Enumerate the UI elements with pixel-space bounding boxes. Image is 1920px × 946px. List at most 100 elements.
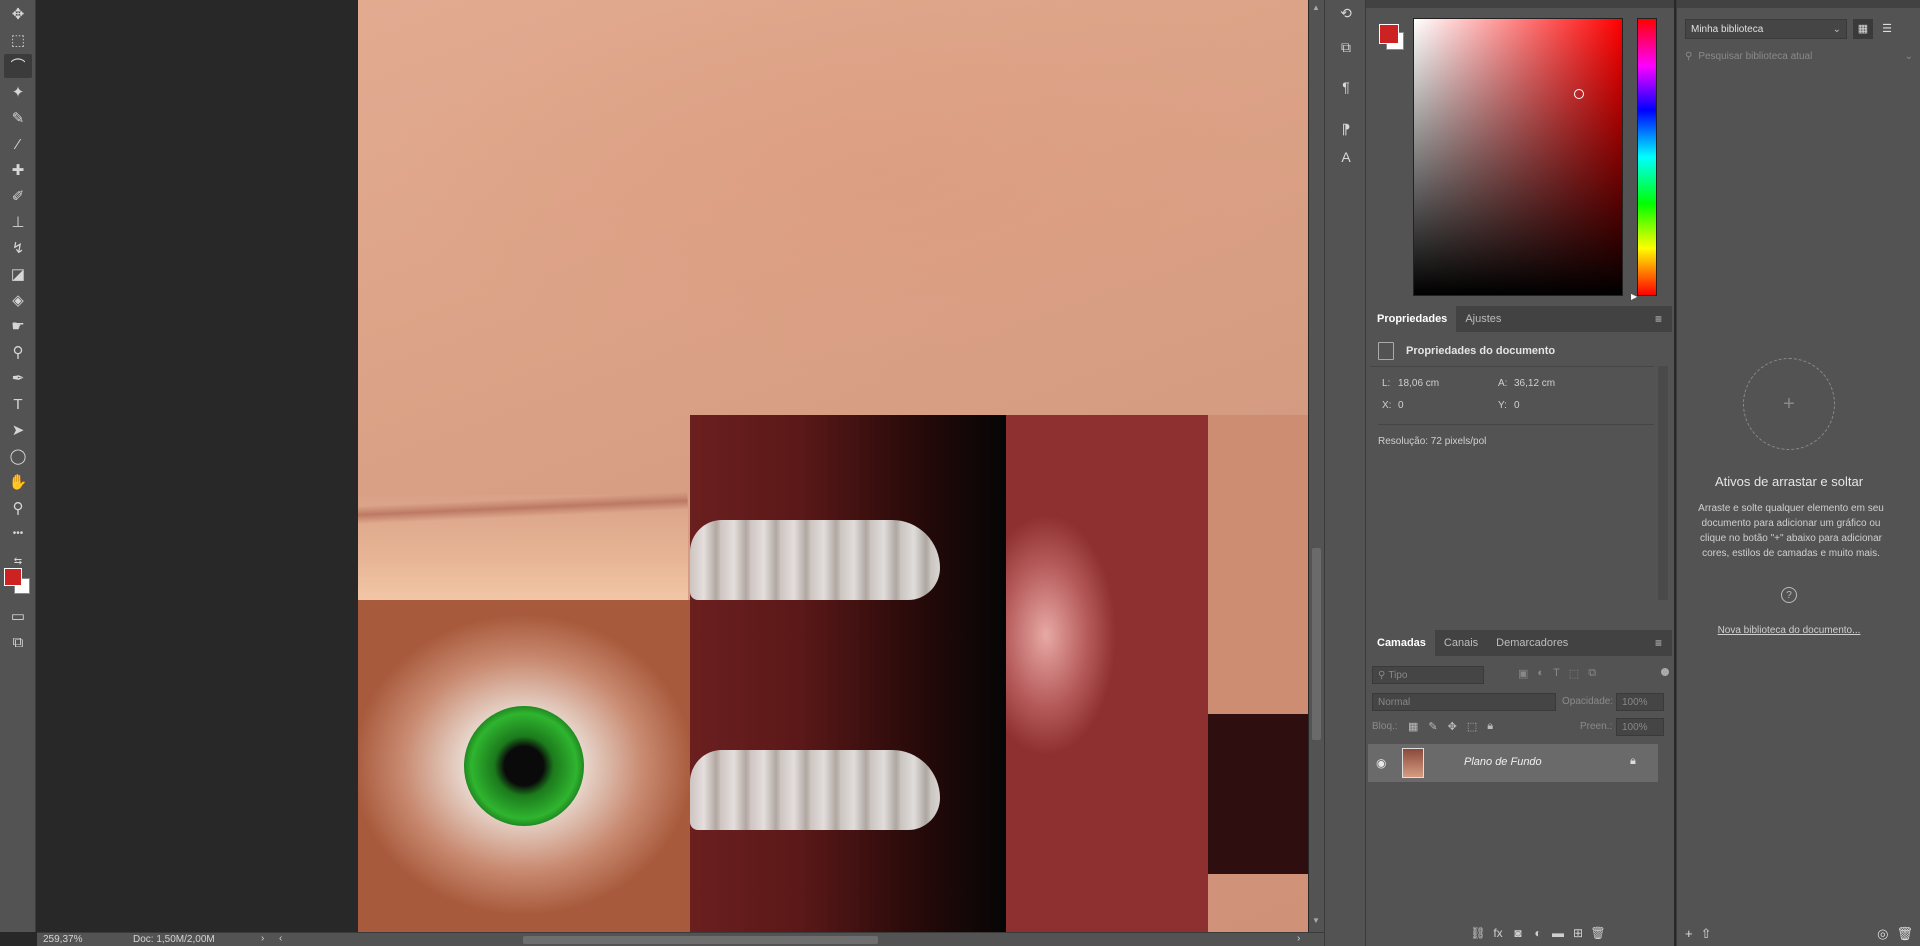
screen-mode-icon[interactable]: ⧉ [4,630,32,654]
properties-menu-icon[interactable]: ≡ [1655,313,1669,325]
layer-filter-icons: ▣ ◐ T ⬚ ⧉ [1518,667,1596,680]
paragraph-styles-icon[interactable]: ⁋ [1332,116,1360,142]
status-menu-arrow-icon[interactable]: › [261,933,264,944]
library-upload-icon[interactable]: ⇧ [1701,926,1712,944]
layer-name[interactable]: Plano de Fundo [1464,756,1542,768]
color-picker-cursor[interactable] [1574,89,1584,99]
crop-tool-icon[interactable]: ✎ [4,106,32,130]
lock-artboard-icon[interactable]: ⬚ [1467,720,1477,733]
help-icon[interactable]: ? [1781,587,1797,603]
lock-transparent-icon[interactable]: ▦ [1408,720,1418,733]
filter-smart-object-icon[interactable]: ⧉ [1588,667,1596,680]
fill-field[interactable]: 100% [1616,718,1664,736]
tab-paths[interactable]: Demarcadores [1487,630,1577,656]
creative-cloud-icon[interactable]: ◎ [1877,926,1888,944]
horizontal-scroll-thumb[interactable] [523,936,878,944]
add-asset-icon[interactable]: + [1743,358,1835,450]
eyedropper-tool-icon[interactable]: ⁄ [4,132,32,156]
tab-layers[interactable]: Camadas [1368,630,1435,656]
panel-icon-column: ⟲ ⧉ ¶ ⁋ A [1324,0,1366,946]
tab-properties[interactable]: Propriedades [1368,306,1457,332]
more-tools-icon[interactable]: ••• [4,522,32,546]
new-library-link[interactable]: Nova biblioteca do documento... [1677,625,1901,636]
vertical-scroll-thumb[interactable] [1312,548,1321,740]
new-group-icon[interactable]: ▬ [1548,926,1568,940]
lock-all-icon[interactable]: 🔒︎ [1487,720,1493,733]
swap-colors-icon[interactable]: ⇆ [4,550,32,574]
marquee-tool-icon[interactable]: ⬚ [4,28,32,52]
canvas-vertical-scrollbar[interactable]: ▲ ▼ [1309,0,1324,932]
zoom-tool-icon[interactable]: ⚲ [4,496,32,520]
paragraph-icon[interactable]: ¶ [1332,74,1360,100]
saturation-brightness-field[interactable] [1413,18,1623,296]
opacity-value: 100% [1622,696,1648,708]
color-panel-tab-strip [1366,0,1674,8]
smudge-tool-icon[interactable]: ☛ [4,314,32,338]
ellipse-tool-icon[interactable]: ◯ [4,444,32,468]
filter-shape-icon[interactable]: ⬚ [1569,667,1579,680]
healing-brush-tool-icon[interactable]: ✚ [4,158,32,182]
library-empty-title: Ativos de arrastar e soltar [1714,474,1864,489]
clone-stamp-tool-icon[interactable]: ⊥ [4,210,32,234]
hue-slider[interactable] [1637,18,1657,296]
filter-toggle-icon[interactable] [1661,668,1669,676]
filter-pixel-icon[interactable]: ▣ [1518,667,1528,680]
layer-filter-select[interactable]: ⚲ Tipo [1372,666,1484,684]
list-view-icon[interactable]: ☰ [1877,19,1897,39]
link-layers-icon[interactable]: ⛓ [1468,926,1488,940]
foreground-color-swatch[interactable] [1379,24,1399,44]
filter-type-icon[interactable]: T [1553,667,1560,680]
filter-adjustment-icon[interactable]: ◐ [1537,667,1544,680]
add-mask-icon[interactable]: ◙ [1508,926,1528,940]
path-selection-tool-icon[interactable]: ➤ [4,418,32,442]
history-icon[interactable]: ⟲ [1332,0,1360,26]
brush-tool-icon[interactable]: ✐ [4,184,32,208]
pen-tool-icon[interactable]: ✒ [4,366,32,390]
opacity-field[interactable]: 100% [1616,693,1664,711]
grid-view-icon[interactable]: ▦ [1853,19,1873,39]
layers-menu-icon[interactable]: ≡ [1655,637,1669,649]
delete-layer-icon[interactable]: 🗑︎ [1588,926,1608,940]
brush-settings-icon[interactable]: ⧉ [1332,34,1360,60]
magic-wand-tool-icon[interactable]: ✦ [4,80,32,104]
eraser-tool-icon[interactable]: ◪ [4,262,32,286]
library-add-icon[interactable]: + [1685,926,1693,944]
blend-mode-select[interactable]: Normal [1372,693,1556,711]
tab-channels[interactable]: Canais [1435,630,1487,656]
lock-image-icon[interactable]: ✎ [1428,720,1437,733]
library-select[interactable]: Minha biblioteca ⌄ [1685,19,1847,39]
quick-mask-icon[interactable]: ▭ [4,604,32,628]
dodge-tool-icon[interactable]: ⚲ [4,340,32,364]
eye-visibility-icon[interactable]: ◉ [1376,756,1386,770]
scroll-down-icon[interactable]: ▼ [1312,916,1321,925]
lasso-tool-icon[interactable]: ⌒ [4,54,32,78]
height-value[interactable]: 36,12 cm [1514,378,1555,389]
hscroll-right-icon[interactable]: › [1297,933,1300,944]
scroll-up-icon[interactable]: ▲ [1312,3,1321,12]
zoom-level[interactable]: 259,37% [43,934,82,945]
paint-bucket-tool-icon[interactable]: ◈ [4,288,32,312]
upper-teeth [690,520,940,600]
width-value[interactable]: 18,06 cm [1398,378,1439,389]
properties-scrollbar[interactable] [1658,366,1668,600]
tab-adjustments[interactable]: Ajustes [1456,306,1510,332]
library-search[interactable]: ⚲ Pesquisar biblioteca atual ⌄ [1685,47,1913,65]
hand-tool-icon[interactable]: ✋ [4,470,32,494]
x-value[interactable]: 0 [1398,400,1404,411]
fx-icon[interactable]: fx [1488,926,1508,940]
new-layer-icon[interactable]: ⊞ [1568,926,1588,940]
library-selected-name: Minha biblioteca [1691,23,1764,35]
character-styles-icon[interactable]: A [1332,144,1360,170]
document-canvas[interactable] [358,0,1308,932]
y-value[interactable]: 0 [1514,400,1520,411]
layer-row[interactable]: ◉ Plano de Fundo 🔒︎ [1368,744,1658,782]
hue-slider-marker-icon[interactable]: ▶ [1631,292,1637,301]
type-tool-icon[interactable]: T [4,392,32,416]
move-tool-icon[interactable]: ✥ [4,2,32,26]
hscroll-left-icon[interactable]: ‹ [279,933,282,944]
history-brush-tool-icon[interactable]: ↯ [4,236,32,260]
library-delete-icon[interactable]: 🗑︎ [1896,926,1913,944]
properties-title: Propriedades do documento [1406,345,1556,357]
adjustment-layer-icon[interactable]: ◐ [1528,926,1548,940]
lock-position-icon[interactable]: ✥ [1448,720,1457,733]
